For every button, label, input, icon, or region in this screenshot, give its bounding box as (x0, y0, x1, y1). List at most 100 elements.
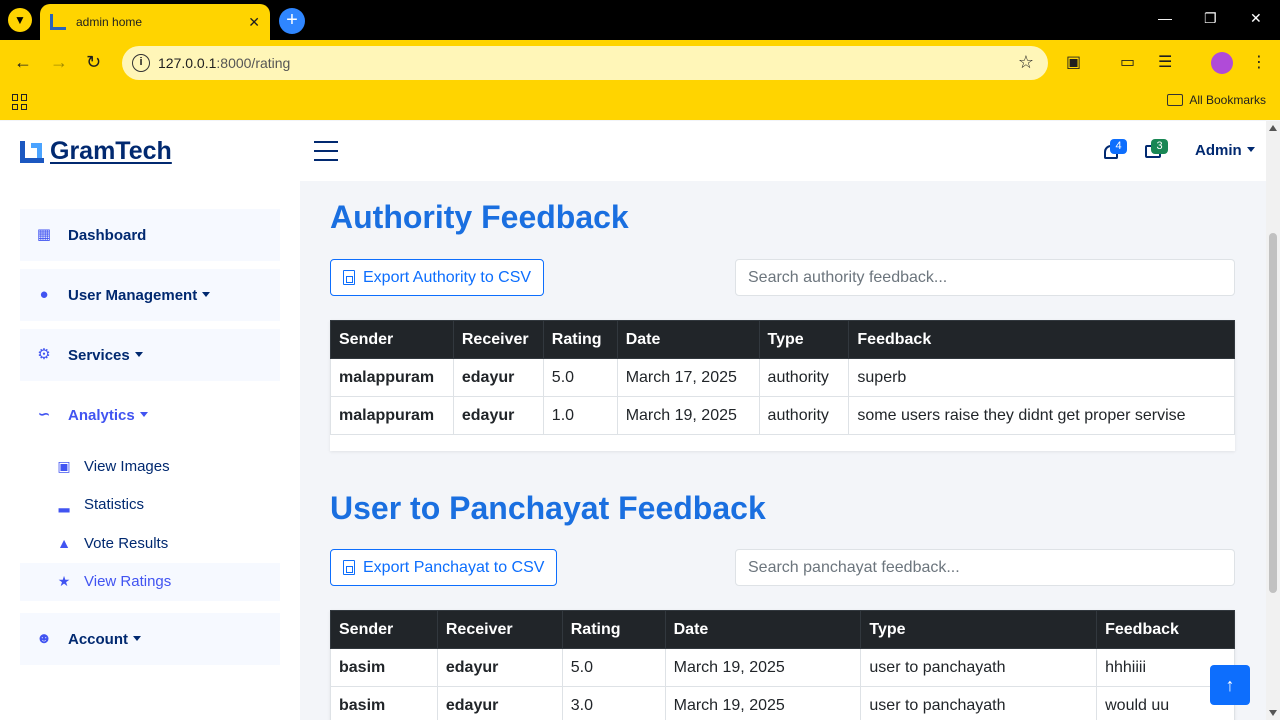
file-spreadsheet-icon (343, 270, 355, 285)
column-header: Sender (330, 320, 454, 359)
table-cell: March 19, 2025 (664, 686, 862, 720)
sidebar-nav: ▦ Dashboard ● User Management ⚙ Services… (20, 209, 280, 673)
subitem-label: View Images (84, 457, 170, 475)
table-row: malappuram edayur 5.0 March 17, 2025 authori… (330, 358, 1235, 397)
column-header: Date (664, 610, 862, 649)
logo-text: GramTech (50, 137, 172, 165)
messages-icon[interactable]: 3 (1145, 139, 1168, 161)
bar-chart-icon: ▂ (58, 496, 70, 513)
table-cell: 5.0 (542, 358, 618, 397)
table-cell: user to panchayath (860, 648, 1098, 687)
subitem-label: Statistics (84, 496, 145, 514)
table-cell: edayur (436, 648, 563, 687)
app-header: GramTech 4 3 Admin (0, 121, 1266, 181)
table-cell: basim (330, 648, 438, 687)
export-panchayat-label: Export Panchayat to CSV (363, 558, 545, 576)
menu-dots-icon[interactable]: ⋮ (1251, 52, 1267, 72)
apps-grid-icon[interactable] (12, 94, 28, 110)
favicon-icon (50, 14, 66, 30)
browser-tab[interactable]: admin home ✕ (40, 4, 270, 40)
forward-icon[interactable]: → (50, 52, 68, 73)
sidebar-subitem-statistics[interactable]: ▂ Statistics (56, 486, 280, 525)
bookmarks-bar: All Bookmarks (0, 86, 1280, 120)
sidebar: ▦ Dashboard ● User Management ⚙ Services… (0, 181, 300, 720)
main-content: Authority Feedback Export Authority to C… (300, 181, 1266, 720)
authority-feedback-title: Authority Feedback (330, 199, 629, 235)
restore-icon[interactable]: ❐ (1204, 10, 1217, 27)
table-cell: 5.0 (561, 648, 666, 687)
sidebar-toggle-icon[interactable] (314, 141, 338, 161)
table-cell: March 19, 2025 (616, 396, 760, 435)
grid-icon: ▦ (36, 226, 52, 243)
authority-search-input[interactable] (735, 259, 1235, 296)
column-header: Receiver (452, 320, 544, 359)
panchayat-table: Sender Receiver Rating Date Type Feedback bas… (330, 610, 1235, 720)
page-scrollbar[interactable] (1266, 121, 1280, 720)
star-icon: ★ (57, 573, 71, 590)
sidebar-item-label: Account (68, 631, 141, 648)
table-cell: authority (758, 396, 850, 435)
extensions-icon[interactable]: ▣ (1066, 52, 1081, 72)
tab-search-icon[interactable]: ▼ (8, 8, 32, 32)
file-spreadsheet-icon (343, 560, 355, 575)
all-bookmarks[interactable]: All Bookmarks (1167, 93, 1266, 107)
cast-icon[interactable]: ▭ (1120, 52, 1135, 72)
minimize-icon[interactable]: — (1158, 10, 1172, 26)
profile-avatar[interactable] (1211, 52, 1233, 74)
tab-title: admin home (76, 15, 143, 29)
table-cell: March 17, 2025 (616, 358, 760, 397)
site-info-icon[interactable]: i (132, 54, 150, 72)
back-icon[interactable]: ← (14, 52, 32, 73)
table-cell: edayur (452, 358, 544, 397)
table-cell: basim (330, 686, 438, 720)
sidebar-item-user-management[interactable]: ● User Management (20, 269, 280, 321)
sidebar-item-label: User Management (68, 287, 210, 304)
sidebar-subitem-vote-results[interactable]: ▲ Vote Results (56, 524, 280, 563)
panchayat-feedback-title: User to Panchayat Feedback (330, 490, 766, 526)
analytics-submenu: ▣ View Images ▂ Statistics ▲ Vote Result… (20, 441, 280, 605)
panchayat-search-input[interactable] (735, 549, 1235, 586)
table-row: basim edayur 5.0 March 19, 2025 user to panc… (330, 648, 1235, 687)
column-header: Sender (330, 610, 438, 649)
logo[interactable]: GramTech (20, 137, 172, 166)
close-tab-icon[interactable]: ✕ (248, 14, 260, 31)
subitem-label: Vote Results (84, 534, 169, 552)
sidebar-item-account[interactable]: ☻ Account (20, 613, 280, 665)
table-row: basim edayur 3.0 March 19, 2025 user to panc… (330, 686, 1235, 720)
table-cell: March 19, 2025 (664, 648, 862, 687)
sidebar-subitem-view-ratings[interactable]: ★ View Ratings (20, 562, 280, 601)
sidebar-subitem-view-images[interactable]: ▣ View Images (56, 447, 280, 486)
person-circle-icon: ☻ (36, 630, 52, 647)
folder-icon (1167, 94, 1184, 106)
gear-icon: ⚙ (37, 346, 51, 363)
sidebar-item-services[interactable]: ⚙ Services (20, 329, 280, 381)
sidebar-item-label: Analytics (68, 407, 148, 424)
scroll-down-icon[interactable] (1269, 710, 1277, 716)
export-authority-button[interactable]: Export Authority to CSV (330, 259, 545, 296)
table-cell: 3.0 (561, 686, 666, 720)
browser-tab-bar: ▼ admin home ✕ + — ❐ ✕ (0, 0, 1280, 40)
bookmark-star-icon[interactable]: ☆ (1018, 52, 1034, 73)
admin-dropdown[interactable]: Admin (1195, 142, 1255, 159)
new-tab-button[interactable]: + (279, 8, 305, 34)
table-cell: some users raise they didnt get proper s… (848, 396, 1235, 435)
translate-icon[interactable]: ☰ (1158, 52, 1172, 72)
notifications-bell-icon[interactable]: 4 (1104, 139, 1127, 161)
sidebar-item-analytics[interactable]: ∽ Analytics (20, 389, 280, 441)
address-bar[interactable]: i 127.0.0.1:8000/rating ☆ (122, 46, 1048, 80)
column-header: Rating (542, 320, 618, 359)
scroll-up-icon[interactable] (1269, 125, 1277, 131)
column-header: Type (758, 320, 850, 359)
column-header: Type (860, 610, 1098, 649)
people-icon: ● (39, 286, 49, 303)
export-panchayat-button[interactable]: Export Panchayat to CSV (330, 549, 558, 586)
scrollbar-thumb[interactable] (1269, 233, 1277, 593)
column-header: Rating (561, 610, 666, 649)
sidebar-item-dashboard[interactable]: ▦ Dashboard (20, 209, 280, 261)
window-close-icon[interactable]: ✕ (1250, 10, 1262, 27)
table-cell: malappuram (330, 358, 454, 397)
reload-icon[interactable]: ↻ (86, 52, 101, 73)
url-path: :8000/rating (216, 55, 291, 71)
back-to-top-button[interactable]: ↑ (1210, 665, 1250, 705)
table-cell: 1.0 (542, 396, 618, 435)
